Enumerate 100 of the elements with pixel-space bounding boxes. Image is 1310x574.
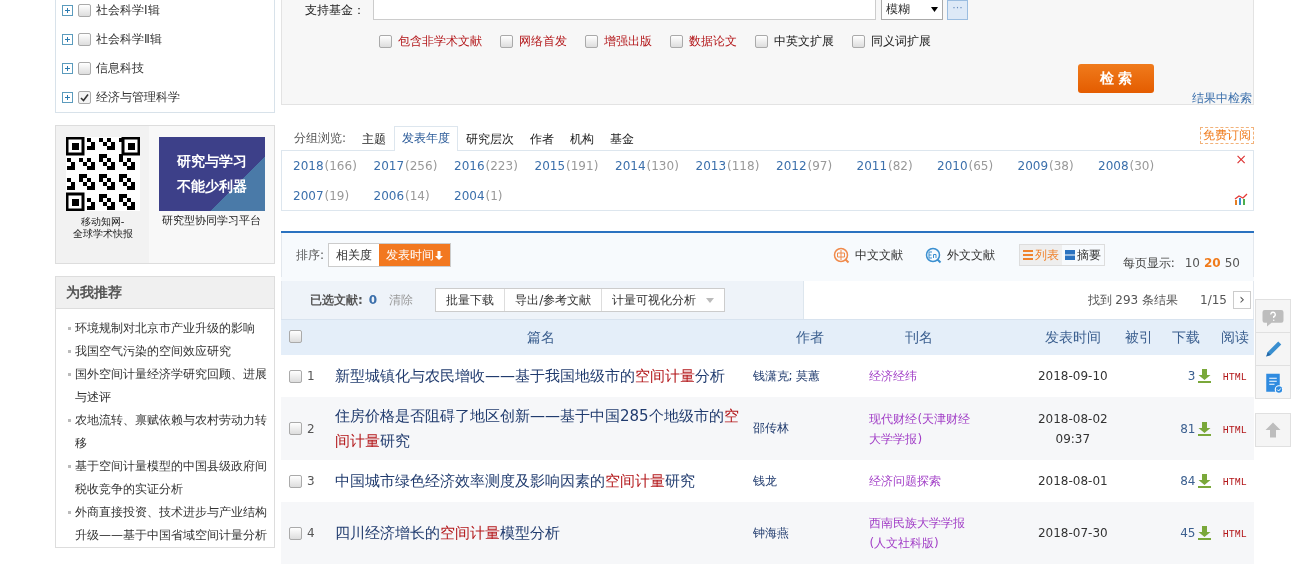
checkbox[interactable] [78,4,91,17]
group-tab[interactable]: 作者 [522,127,563,151]
column-header[interactable]: 下载 [1155,319,1216,355]
checkbox[interactable] [289,526,302,540]
per-page-option[interactable]: 10 [1184,256,1200,270]
promo-banner[interactable]: 研究与学习 不能少利器 [158,137,265,211]
year-filter[interactable]: 2004(1) [454,186,535,210]
column-header[interactable]: 被引 [1122,319,1156,355]
sort-button[interactable]: 相关度 [329,244,380,266]
arrow-up-button[interactable] [1255,413,1291,447]
category-label[interactable]: 社会科学Ⅱ辑 [96,31,162,48]
pencil-button[interactable] [1255,332,1291,366]
author-link[interactable]: 钱龙 [752,473,777,488]
recommend-link[interactable]: 国外空间计量经济学研究回顾、进展与述评 [75,363,268,409]
checkbox[interactable] [755,35,768,48]
author-link[interactable]: 钟海燕 [752,525,789,540]
option-label[interactable]: 网络首发 [519,33,567,50]
recommend-link[interactable]: 基于空间计量模型的中国县级政府间税收竞争的实证分析 [75,455,268,501]
option-label[interactable]: 增强出版 [604,33,652,50]
action-button[interactable]: 计量可视化分析 [601,289,725,311]
category-label[interactable]: 信息科技 [96,60,144,77]
group-tab[interactable]: 研究层次 [458,127,523,151]
checkbox[interactable] [500,35,513,48]
option-label[interactable]: 中英文扩展 [774,33,834,50]
category-label[interactable]: 经济与管理科学 [96,89,180,106]
chart-icon [1234,193,1248,205]
checkbox[interactable] [670,35,683,48]
fund-input[interactable] [373,0,876,20]
year-filter[interactable]: 2012(97) [776,157,857,181]
column-header[interactable]: 作者 [746,319,870,355]
qr-code-icon [65,137,140,211]
option-label[interactable]: 同义词扩展 [871,33,931,50]
checkbox[interactable] [289,329,302,343]
group-tab[interactable]: 发表年度 [394,126,459,151]
year-filter[interactable]: 2015(191) [534,157,615,181]
view-toggle[interactable]: 摘要 [1061,245,1104,265]
action-button[interactable]: 导出/参考文献 [504,289,602,311]
journal-link[interactable]: 经济问题探索 [869,471,980,491]
match-select[interactable]: 模糊 [881,0,943,20]
year-filter[interactable]: 2016(223) [454,157,535,181]
check-icon [80,93,89,102]
html-link[interactable]: HTML [1222,477,1247,488]
checkbox[interactable] [78,62,91,75]
year-filter[interactable]: 2018(166) [293,157,374,181]
search-icon [924,246,942,264]
option-label[interactable]: 包含非学术文献 [398,33,482,50]
year-filter[interactable]: 2006(14) [373,186,454,210]
selected-label: 已选文献: [310,291,363,309]
recommend-link[interactable]: 农地流转、禀赋依赖与农村劳动力转移 [75,409,268,455]
checkbox[interactable] [585,35,598,48]
language-filter[interactable]: 中文文献 [832,246,903,264]
journal-link[interactable]: 经济经纬 [869,366,980,386]
download-count: 84 [1180,474,1196,488]
author-link[interactable]: 钱潇克; 莫蕙 [752,368,821,383]
year-filter[interactable]: 2017(256) [373,157,454,181]
publish-date: 2018-08-01 [1036,473,1109,490]
year-filter[interactable]: 2008(30) [1098,157,1179,181]
panel-heading: 为我推荐 [56,277,274,309]
checkbox[interactable] [289,474,302,488]
next-page-button[interactable]: › [1233,291,1251,309]
year-filter[interactable]: 2013(118) [695,157,776,181]
group-tab[interactable]: 主题 [354,127,395,151]
column-header[interactable]: 篇名 [334,319,747,355]
checkbox[interactable] [852,35,865,48]
document-button[interactable] [1255,365,1291,399]
column-header[interactable]: 发表时间 [1023,319,1123,355]
author-link[interactable]: 邵传林 [752,421,789,435]
checkbox[interactable] [289,422,302,435]
category-label[interactable]: 社会科学Ⅰ辑 [96,2,160,19]
year-filter[interactable]: 2011(82) [856,157,937,181]
search-within-link[interactable]: 结果中检索 [1192,90,1252,107]
html-link[interactable]: HTML [1222,372,1247,383]
language-filter[interactable]: 外文文献 [924,246,995,264]
checkbox[interactable] [78,33,91,46]
checkbox[interactable] [78,91,91,104]
year-filter[interactable]: 2007(19) [293,186,374,210]
recommend-link[interactable]: 环境规制对北京市产业升级的影响 [75,317,255,340]
page-indicator: 1/15 [1200,293,1227,307]
article-title-link[interactable]: 新型城镇化与农民增收——基于我国地级市的空间计量分析 [334,363,725,389]
checkbox[interactable] [289,369,302,383]
column-header[interactable]: 刊名 [869,319,1023,355]
group-tab[interactable]: 机构 [562,127,603,151]
per-page-option[interactable]: 50 [1224,256,1240,270]
option-label[interactable]: 数据论文 [689,33,737,50]
html-link[interactable]: HTML [1222,424,1247,436]
year-filter[interactable]: 2014(130) [615,157,696,181]
article-title-link[interactable]: 中国城市绿色经济效率测度及影响因素的空间计量研究 [334,468,695,494]
column-header[interactable]: 阅读 [1215,319,1254,355]
year-filter[interactable]: 2010(65) [937,157,1018,181]
year-filter[interactable]: 2009(38) [1017,157,1098,181]
recommend-link[interactable]: 外商直接投资、技术进步与产业结构升级——基于中国省域空间计量分析 [75,501,268,547]
checkbox[interactable] [379,35,392,48]
group-tab[interactable]: 基金 [602,127,643,151]
close-button[interactable]: × [1235,152,1247,166]
comment-button[interactable] [1255,299,1291,333]
row-number: 2 [307,421,315,436]
action-button[interactable]: 批量下载 [436,289,505,311]
html-link[interactable]: HTML [1222,529,1247,540]
bullet-icon [68,327,71,330]
recommend-link[interactable]: 我国空气污染的空间效应研究 [75,340,231,363]
